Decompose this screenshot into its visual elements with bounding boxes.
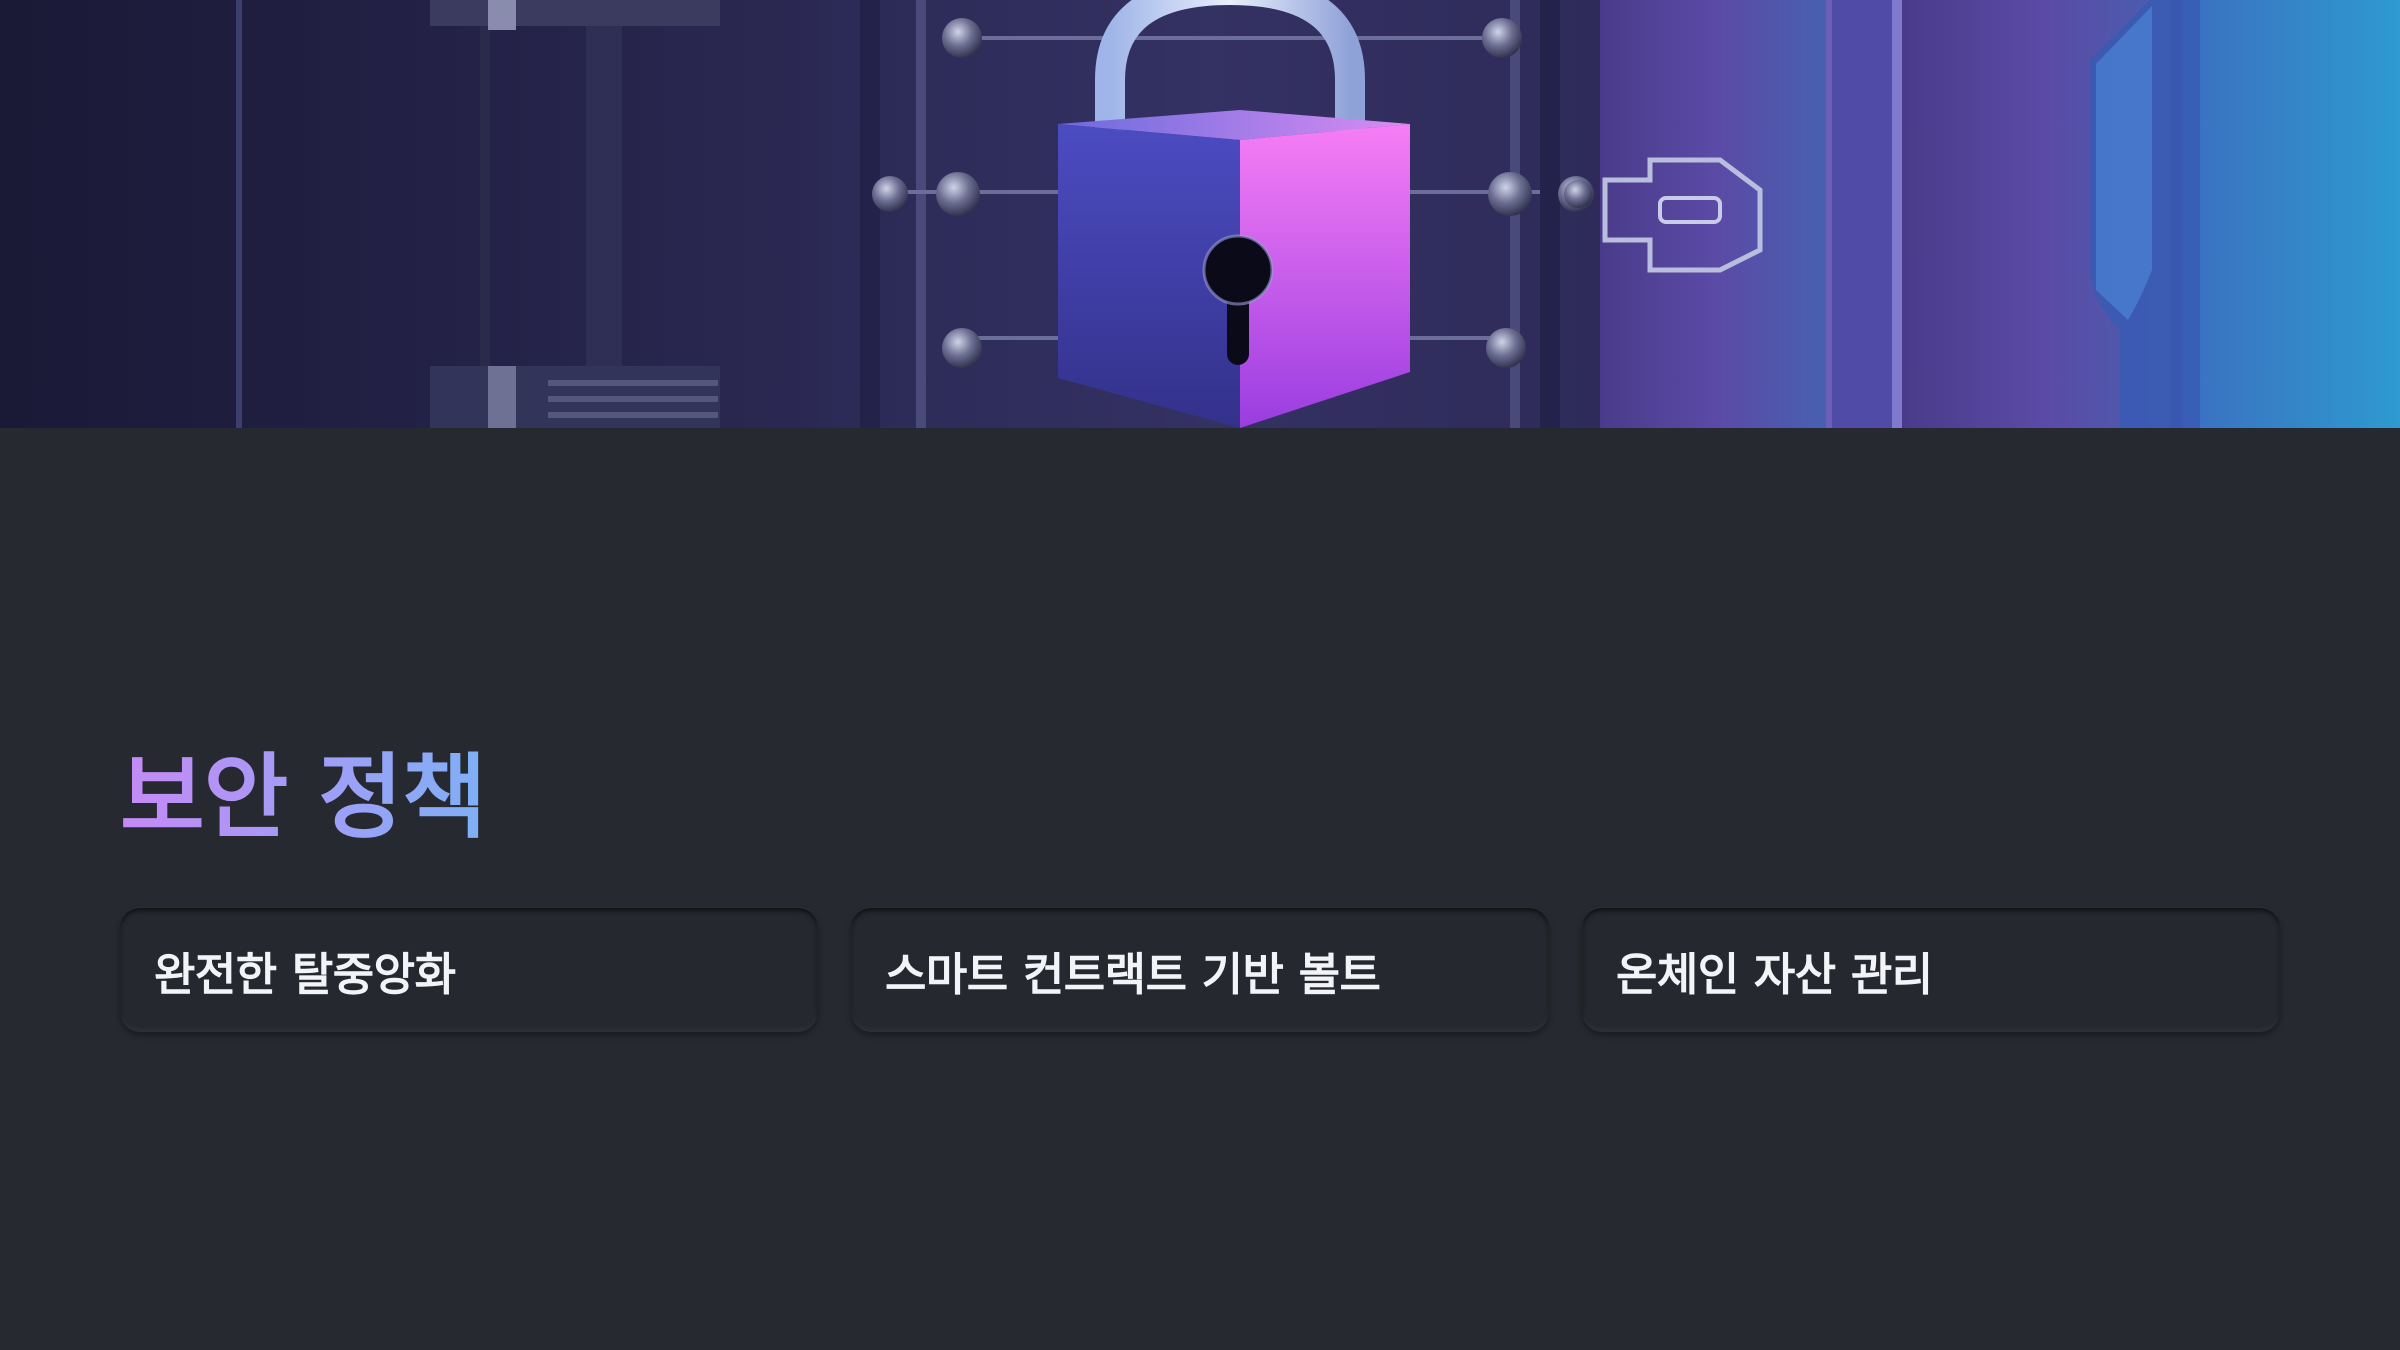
feature-card-list: 완전한 탈중앙화 스마트 컨트랙트 기반 볼트 온체인 자산 관리 [120, 908, 2280, 1032]
feature-card-smart-contract-vault: 스마트 컨트랙트 기반 볼트 [851, 908, 1549, 1032]
feature-card-label: 스마트 컨트랙트 기반 볼트 [885, 947, 1381, 1001]
hero-image [0, 0, 2400, 428]
feature-card-decentralization: 완전한 탈중앙화 [120, 908, 818, 1032]
feature-card-onchain-asset-management: 온체인 자산 관리 [1582, 908, 2280, 1032]
padlock-vault-illustration [0, 0, 2400, 428]
feature-card-label: 완전한 탈중앙화 [154, 947, 456, 1001]
feature-card-label: 온체인 자산 관리 [1616, 947, 1933, 1001]
security-policy-slide: 보안 정책 완전한 탈중앙화 스마트 컨트랙트 기반 볼트 온체인 자산 관리 [0, 0, 2400, 1350]
page-title: 보안 정책 [120, 738, 487, 858]
